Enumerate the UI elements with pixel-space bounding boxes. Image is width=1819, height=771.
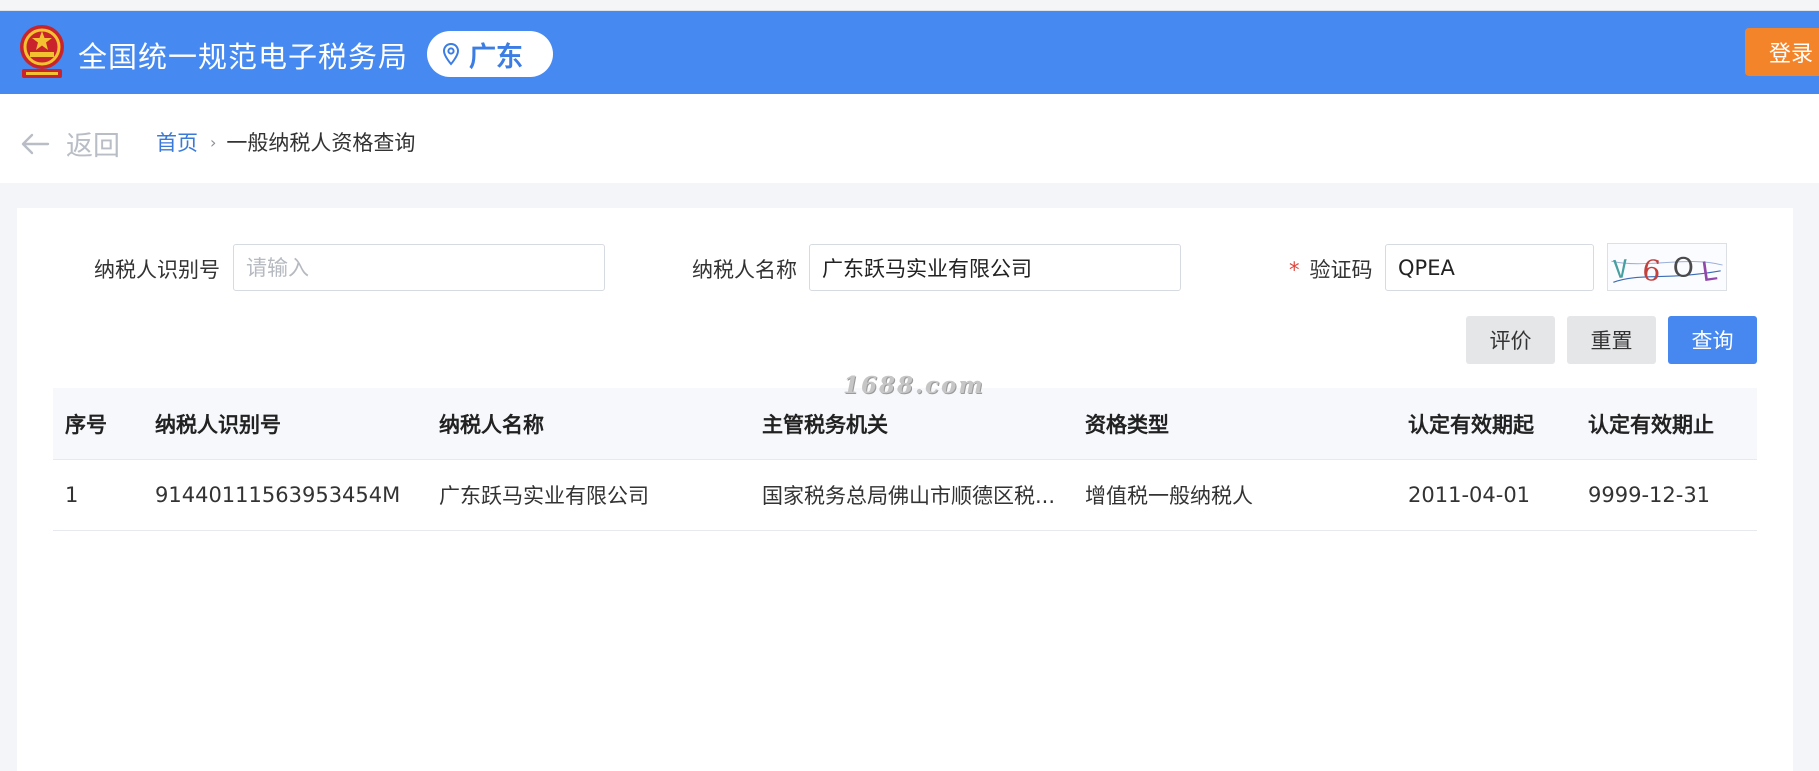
table-row[interactable]: 1 91440111563953454M 广东跃马实业有限公司 国家税务总局佛山…	[53, 460, 1757, 531]
chevron-right-icon: ›	[210, 132, 217, 152]
column-header-valid-from: 认定有效期起	[1408, 412, 1534, 437]
navigation-bar: 返回 首页 › 一般纳税人资格查询	[0, 94, 1819, 183]
taxpayer-id-label: 纳税人识别号	[94, 258, 220, 282]
back-label: 返回	[66, 131, 120, 162]
cell-index: 1	[65, 483, 79, 507]
column-header-valid-to: 认定有效期止	[1588, 412, 1714, 437]
taxpayer-id-input[interactable]	[233, 244, 605, 291]
cell-valid-to: 9999-12-31	[1588, 483, 1711, 507]
breadcrumb: 首页 › 一般纳税人资格查询	[156, 127, 415, 157]
watermark-text: 1688.com	[843, 372, 985, 399]
captcha-image[interactable]: V 6 O L	[1607, 243, 1727, 291]
column-header-taxpayer-name: 纳税人名称	[439, 412, 544, 437]
national-emblem-icon	[20, 25, 64, 78]
cell-taxpayer-id: 91440111563953454M	[155, 483, 401, 507]
column-header-qualification-type: 资格类型	[1085, 412, 1169, 437]
region-label: 广东	[469, 41, 523, 73]
captcha-char: O	[1673, 253, 1694, 284]
login-button[interactable]: 登录	[1745, 28, 1819, 76]
reset-button[interactable]: 重置	[1567, 316, 1656, 364]
column-header-index: 序号	[65, 412, 107, 437]
arrow-left-icon	[21, 133, 50, 154]
breadcrumb-home-link[interactable]: 首页	[156, 127, 198, 157]
cell-qualification-type: 增值税一般纳税人	[1085, 484, 1253, 508]
taxpayer-name-label: 纳税人名称	[692, 258, 797, 282]
column-header-taxpayer-id: 纳税人识别号	[155, 412, 281, 437]
captcha-char: 6	[1641, 253, 1663, 289]
captcha-label-group: * 验证码	[1289, 254, 1373, 284]
cell-taxpayer-name: 广东跃马实业有限公司	[439, 484, 649, 508]
cell-tax-authority: 国家税务总局佛山市顺德区税...	[762, 484, 1056, 508]
evaluate-button[interactable]: 评价	[1466, 316, 1555, 364]
location-pin-icon	[442, 42, 460, 66]
site-header: 全国统一规范电子税务局 广东 登录	[0, 11, 1819, 94]
browser-top-strip	[0, 0, 1819, 11]
captcha-input[interactable]	[1385, 244, 1594, 291]
taxpayer-name-input[interactable]	[809, 244, 1181, 291]
region-selector[interactable]: 广东	[427, 31, 553, 77]
captcha-char: V	[1612, 254, 1629, 284]
required-asterisk: *	[1289, 258, 1300, 282]
cell-valid-from: 2011-04-01	[1408, 483, 1531, 507]
captcha-char: L	[1699, 255, 1719, 288]
query-button[interactable]: 查询	[1668, 316, 1757, 364]
captcha-label: 验证码	[1309, 258, 1373, 282]
query-panel: 纳税人识别号 纳税人名称 * 验证码 V 6 O L 评价 重置 查询 序号 纳税…	[17, 208, 1793, 771]
breadcrumb-current: 一般纳税人资格查询	[226, 131, 416, 155]
back-button[interactable]: 返回	[20, 124, 120, 163]
site-title: 全国统一规范电子税务局	[78, 40, 409, 74]
